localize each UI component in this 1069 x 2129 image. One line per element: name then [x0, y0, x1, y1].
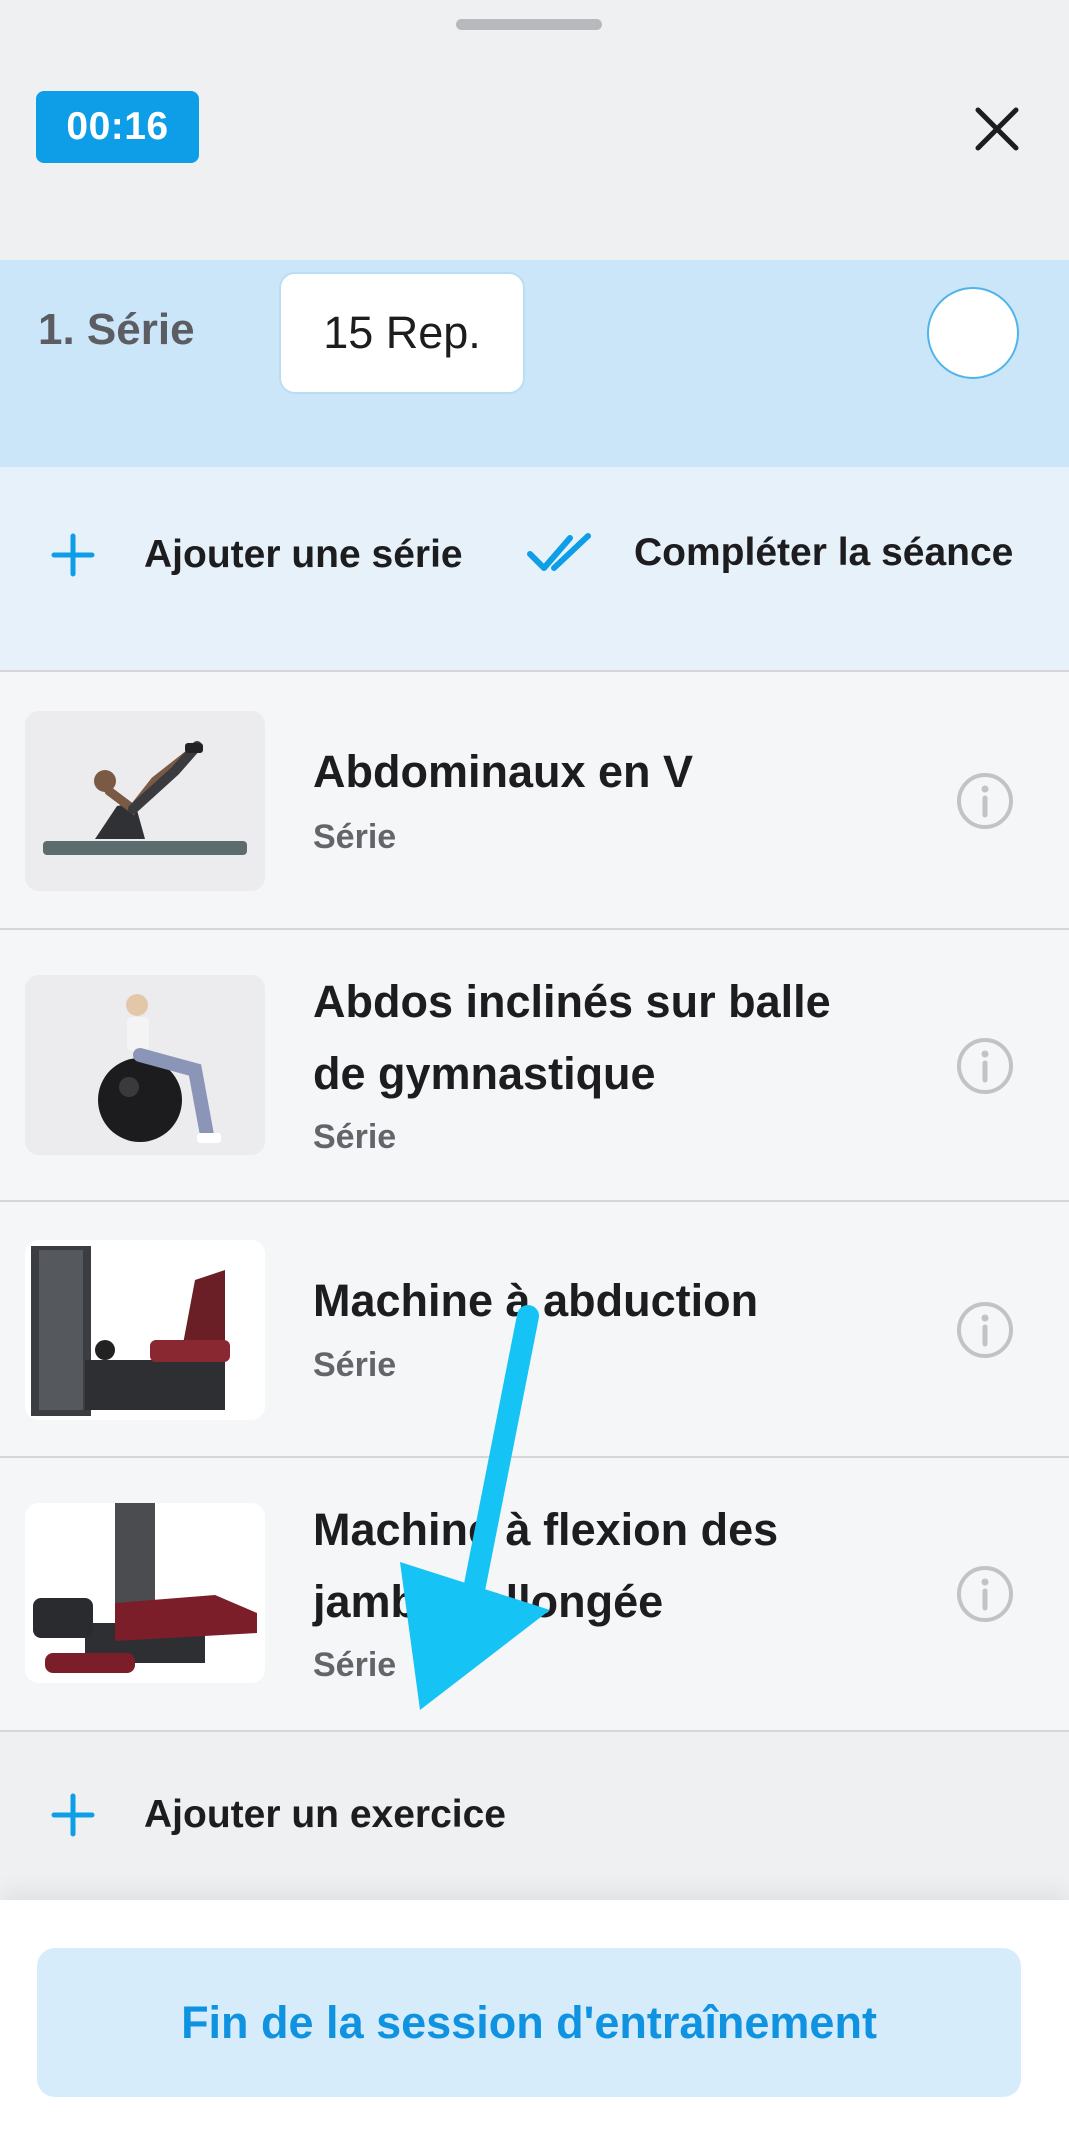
info-icon[interactable] [955, 771, 1015, 831]
exercise-subtitle: Série [313, 818, 397, 856]
complete-session-button[interactable]: Compléter la séance [526, 530, 1013, 576]
add-exercise-label: Ajouter un exercice [144, 1793, 506, 1836]
session-timer: 00:16 [36, 91, 199, 163]
add-set-button[interactable]: Ajouter une série [48, 530, 463, 580]
complete-session-label: Compléter la séance [634, 531, 1014, 574]
workout-sheet: 00:16 1. Série 15 Rep. Ajouter une série… [0, 0, 1069, 2129]
add-set-label: Ajouter une série [144, 533, 463, 576]
set-label: 1. Série [38, 305, 195, 354]
info-icon[interactable] [955, 1564, 1015, 1624]
info-icon[interactable] [955, 1300, 1015, 1360]
close-icon[interactable] [968, 100, 1026, 158]
exercise-subtitle: Série [313, 1118, 397, 1156]
exercise-title: Abdos inclinés sur balle de gymnastique [313, 976, 831, 1099]
exercise-title: Machine à abduction [313, 1275, 759, 1326]
circle-check-icon[interactable] [927, 287, 1019, 379]
exercise-thumbnail [25, 975, 265, 1155]
end-session-button[interactable]: Fin de la session d'entraînement [37, 1948, 1021, 2097]
current-set-row [0, 260, 1069, 467]
double-check-icon [527, 533, 591, 571]
exercise-thumbnail [25, 1503, 265, 1683]
exercise-subtitle: Série [313, 1346, 397, 1384]
plus-icon [51, 533, 95, 577]
exercise-thumbnail [25, 1240, 265, 1420]
drag-handle[interactable] [456, 19, 602, 30]
exercise-thumbnail [25, 711, 265, 891]
plus-icon [51, 1793, 95, 1837]
reps-input[interactable]: 15 Rep. [279, 272, 525, 394]
info-icon[interactable] [955, 1036, 1015, 1096]
add-exercise-button[interactable]: Ajouter un exercice [48, 1790, 506, 1840]
exercise-title: Abdominaux en V [313, 746, 694, 797]
exercise-subtitle: Série [313, 1646, 397, 1684]
exercise-title: Machine à flexion des jambes allongée [313, 1504, 779, 1627]
